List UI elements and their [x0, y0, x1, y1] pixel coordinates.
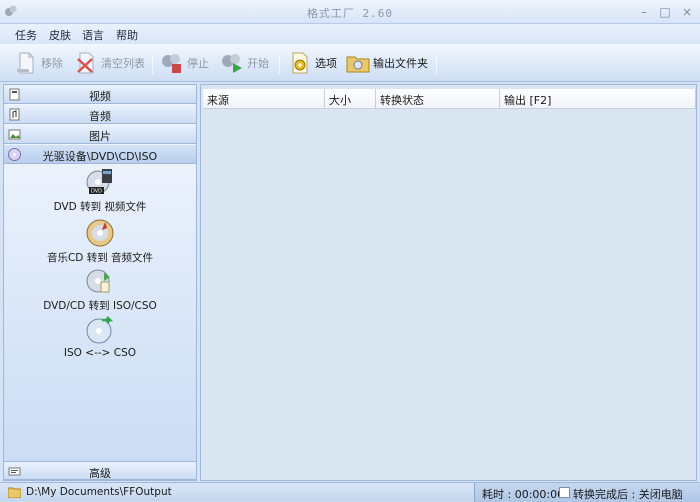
music-cd-icon [86, 219, 114, 247]
music-cd-to-audio-label: 音乐CD 转到 音频文件 [46, 252, 154, 264]
remove-label: 移除 [41, 57, 63, 70]
folder-icon[interactable] [8, 487, 21, 498]
category-advanced-label: 高级 [89, 467, 111, 480]
toolbar-separator [279, 52, 280, 74]
output-path[interactable]: D:\My Documents\FFOutput [26, 486, 172, 498]
start-label: 开始 [247, 57, 269, 70]
stop-button[interactable]: 停止 [160, 48, 209, 78]
music-cd-to-audio-tool[interactable]: 音乐CD 转到 音频文件 [4, 218, 196, 265]
category-sidebar: 视频 音频 图片 光驱设备\DVD\CD\ISO DVD DVD 转到 视频文件 [3, 84, 197, 481]
category-audio-label: 音频 [89, 110, 111, 123]
folder-icon [346, 56, 370, 73]
menu-help[interactable]: 帮助 [116, 27, 138, 43]
status-right-panel: 耗时 : 00:00:00 转换完成后 : 关闭电脑 [474, 483, 700, 502]
menu-language[interactable]: 语言 [82, 27, 104, 43]
clear-list-label: 清空列表 [101, 57, 145, 70]
options-button[interactable]: 选项 [288, 48, 337, 78]
category-picture-label: 图片 [89, 130, 111, 143]
status-bar: D:\My Documents\FFOutput 耗时 : 00:00:00 转… [0, 482, 700, 502]
stop-label: 停止 [187, 57, 209, 70]
elapsed-time: 耗时 : 00:00:00 [482, 488, 565, 501]
toolbar: 移除 清空列表 停止 开始 选项 输出文件夹 [0, 44, 700, 82]
column-size[interactable]: 大小 [325, 89, 376, 109]
remove-button[interactable]: 移除 [14, 48, 63, 78]
close-button[interactable]: × [679, 4, 695, 20]
category-audio[interactable]: 音频 [4, 105, 196, 124]
disc-to-iso-icon [86, 269, 110, 293]
category-advanced[interactable]: 高级 [4, 461, 196, 480]
iso-cso-label: ISO <--> CSO [63, 347, 137, 359]
category-optical-drive[interactable]: 光驱设备\DVD\CD\ISO [4, 145, 196, 164]
document-remove-icon [17, 52, 34, 74]
after-done-label: 转换完成后 : 关闭电脑 [573, 488, 683, 501]
iso-cso-disc-icon [86, 316, 114, 344]
options-label: 选项 [315, 57, 337, 70]
dvd-to-video-icon: DVD [86, 169, 112, 195]
dvd-to-video-label: DVD 转到 视频文件 [53, 201, 147, 213]
maximize-button[interactable]: □ [657, 4, 673, 20]
stop-icon [162, 54, 181, 73]
category-optical-drive-label: 光驱设备\DVD\CD\ISO [42, 150, 158, 163]
category-video-label: 视频 [89, 90, 111, 103]
dvd-cd-to-iso-label: DVD/CD 转到 ISO/CSO [43, 300, 157, 312]
after-done-checkbox[interactable] [559, 487, 570, 498]
task-list[interactable]: 来源 大小 转换状态 输出 [F2] [200, 84, 697, 481]
start-icon [222, 54, 242, 73]
settings-document-icon [292, 52, 308, 74]
category-picture[interactable]: 图片 [4, 125, 196, 144]
title-bar: 格式工厂 2.60 – □ × [0, 0, 700, 24]
dvd-badge: DVD [91, 189, 102, 195]
toolbar-separator [436, 52, 437, 74]
toolbar-separator [152, 52, 153, 74]
output-folder-label: 输出文件夹 [373, 57, 428, 70]
menu-skin[interactable]: 皮肤 [49, 27, 71, 43]
menu-bar: 任务 皮肤 语言 帮助 [0, 24, 700, 44]
minimize-button[interactable]: – [636, 4, 652, 20]
clear-list-icon [77, 52, 94, 74]
category-video[interactable]: 视频 [4, 85, 196, 104]
iso-cso-tool[interactable]: ISO <--> CSO [4, 315, 196, 359]
column-status[interactable]: 转换状态 [376, 89, 500, 109]
menu-task[interactable]: 任务 [15, 27, 37, 43]
output-folder-button[interactable]: 输出文件夹 [346, 48, 428, 78]
app-window: 格式工厂 2.60 – □ × 任务 皮肤 语言 帮助 移除 清空列表 停止 开… [0, 0, 700, 502]
dvd-cd-to-iso-tool[interactable]: DVD/CD 转到 ISO/CSO [4, 266, 196, 313]
column-output[interactable]: 输出 [F2] [500, 89, 696, 109]
window-title: 格式工厂 2.60 [306, 7, 394, 20]
start-button[interactable]: 开始 [220, 48, 269, 78]
clear-list-button[interactable]: 清空列表 [74, 48, 145, 78]
column-source[interactable]: 来源 [203, 89, 325, 109]
dvd-to-video-tool[interactable]: DVD DVD 转到 视频文件 [4, 167, 196, 214]
